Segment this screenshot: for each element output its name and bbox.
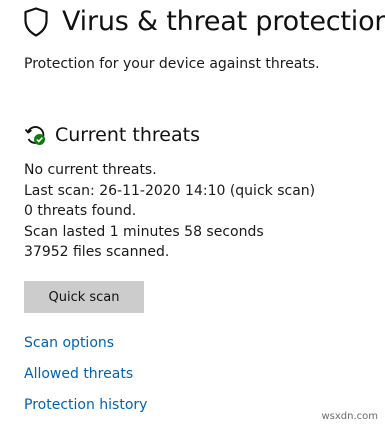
- protection-history-link[interactable]: Protection history: [24, 396, 147, 427]
- current-threats-title: Current threats: [55, 124, 200, 146]
- page-title: Virus & threat protection: [62, 6, 385, 37]
- status-line-threats-found: 0 threats found.: [24, 203, 137, 219]
- status-line-no-threats: No current threats.: [24, 162, 157, 178]
- status-line-files-scanned: 37952 files scanned.: [24, 244, 170, 260]
- status-line-scan-duration: Scan lasted 1 minutes 58 seconds: [24, 223, 264, 240]
- page-subtitle: Protection for your device against threa…: [24, 56, 320, 72]
- status-line-last-scan: Last scan: 26-11-2020 14:10 (quick scan): [24, 182, 316, 199]
- page-header: Virus & threat protection: [24, 6, 385, 37]
- watermark: wsxdn.com: [321, 411, 378, 422]
- scan-refresh-icon: [24, 126, 45, 145]
- threat-status: No current threats. Last scan: 26-11-202…: [24, 160, 315, 263]
- quick-scan-button[interactable]: Quick scan: [24, 281, 144, 313]
- scan-options-link[interactable]: Scan options: [24, 334, 147, 365]
- current-threats-header: Current threats: [24, 124, 200, 146]
- allowed-threats-link[interactable]: Allowed threats: [24, 365, 147, 396]
- links-list: Scan options Allowed threats Protection …: [24, 334, 147, 427]
- shield-icon: [24, 6, 48, 37]
